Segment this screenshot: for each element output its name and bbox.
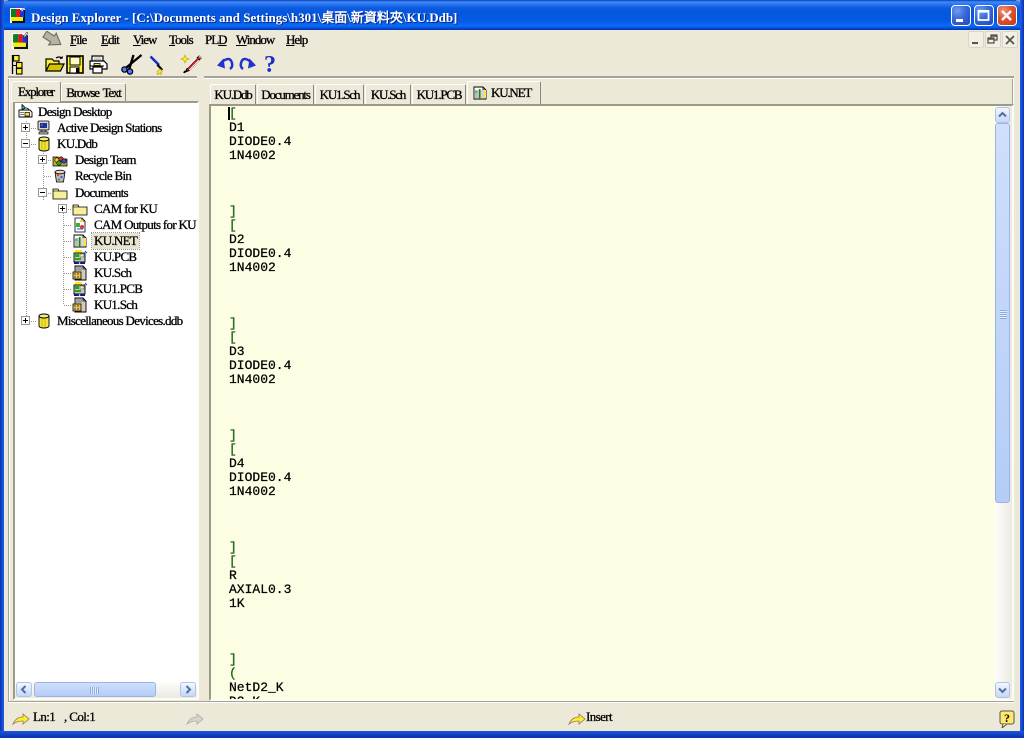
- svg-text:?: ?: [264, 52, 276, 77]
- svg-text:?: ?: [1004, 711, 1010, 725]
